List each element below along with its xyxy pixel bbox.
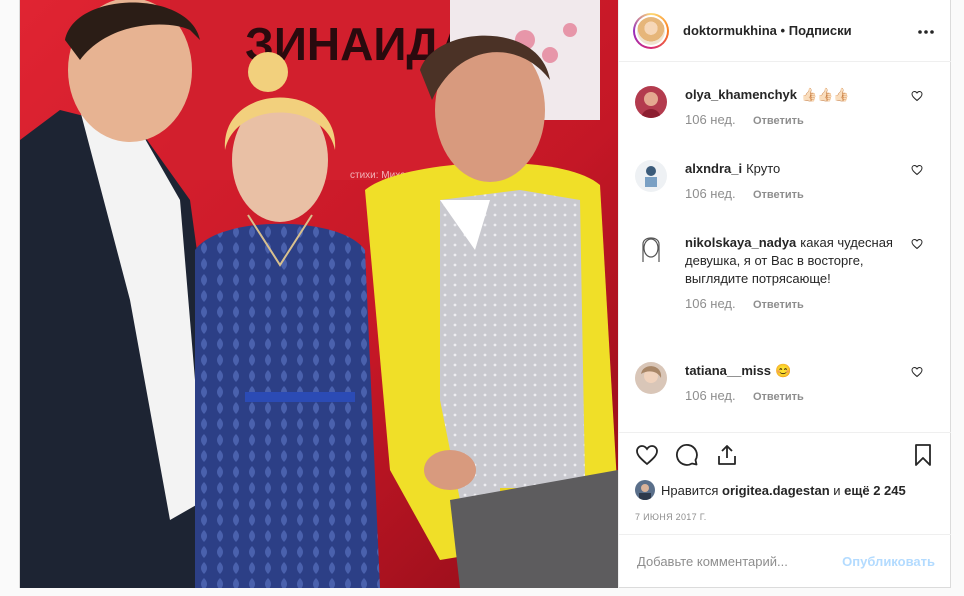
comment-username[interactable]: alxndra_i	[685, 161, 742, 176]
comment-like-heart-icon[interactable]	[911, 238, 923, 250]
post-photo[interactable]: ЗИНАИДА стихи: Михаил Гуцериев	[20, 0, 618, 588]
post-card: ЗИНАИДА стихи: Михаил Гуцериев	[19, 0, 951, 588]
reply-button[interactable]: Ответить	[753, 189, 804, 201]
post-sidebar: doktormukhina • Подписки olya_khamenchyk…	[618, 0, 951, 588]
save-bookmark-icon[interactable]	[911, 443, 935, 467]
author-avatar[interactable]	[633, 12, 669, 49]
comments-list[interactable]: olya_khamenchyk 👍🏻👍🏻👍🏻 106 нед. Ответить …	[619, 72, 951, 432]
comment-item: olya_khamenchyk 👍🏻👍🏻👍🏻 106 нед. Ответить	[619, 86, 951, 127]
header-separator: •	[780, 23, 786, 38]
comment-like-heart-icon[interactable]	[911, 164, 923, 176]
liker-avatar[interactable]	[635, 480, 655, 500]
comment-age: 106 нед.	[685, 388, 736, 403]
post-header: doktormukhina • Подписки	[619, 0, 951, 62]
comment-age: 106 нед.	[685, 186, 736, 201]
share-upload-icon[interactable]	[715, 443, 739, 467]
comment-item: alxndra_i Круто 106 нед. Ответить	[619, 160, 951, 201]
likes-prefix: Нравится	[661, 482, 719, 498]
comment-age: 106 нед.	[685, 112, 736, 127]
publish-button[interactable]: Опубликовать	[842, 554, 935, 569]
follow-status-button[interactable]: Подписки	[789, 23, 852, 38]
comment-username[interactable]: tatiana__miss	[685, 363, 771, 378]
comment-age: 106 нед.	[685, 296, 736, 311]
post-actions-bar	[619, 432, 951, 476]
liker-username[interactable]: origitea.dagestan	[722, 483, 830, 498]
commenter-avatar[interactable]	[635, 362, 667, 394]
comment-bubble-icon[interactable]	[675, 443, 699, 467]
likes-others-link[interactable]: ещё 2 245	[844, 483, 906, 498]
reply-button[interactable]: Ответить	[753, 299, 804, 311]
reply-button[interactable]: Ответить	[753, 115, 804, 127]
post-date[interactable]: 7 ИЮНЯ 2017 Г.	[635, 512, 707, 522]
header-text: doktormukhina • Подписки	[683, 23, 917, 38]
reply-button[interactable]: Ответить	[753, 391, 804, 403]
comment-text: 👍🏻👍🏻👍🏻	[801, 87, 850, 102]
likes-summary: Нравится origitea.dagestan и ещё 2 245	[635, 480, 935, 500]
comment-like-heart-icon[interactable]	[911, 366, 923, 378]
comment-text: 😊	[775, 363, 792, 378]
commenter-avatar[interactable]	[635, 160, 667, 192]
author-username[interactable]: doktormukhina	[683, 23, 777, 38]
commenter-avatar[interactable]	[635, 86, 667, 118]
photo-illustration: ЗИНАИДА стихи: Михаил Гуцериев	[20, 0, 618, 588]
like-heart-icon[interactable]	[635, 443, 659, 467]
add-comment-form: Опубликовать	[619, 534, 951, 588]
comment-item: tatiana__miss 😊 106 нед. Ответить	[619, 362, 951, 403]
comment-input[interactable]	[635, 553, 843, 570]
comment-username[interactable]: nikolskaya_nadya	[685, 235, 796, 250]
more-options-icon[interactable]	[917, 22, 937, 40]
comment-username[interactable]: olya_khamenchyk	[685, 87, 797, 102]
comment-like-heart-icon[interactable]	[911, 90, 923, 102]
comment-text: Круто	[746, 161, 781, 176]
commenter-avatar[interactable]	[635, 234, 667, 266]
comment-item: nikolskaya_nadya какая чудесная девушка, …	[619, 234, 951, 311]
likes-middle: и	[833, 482, 841, 498]
